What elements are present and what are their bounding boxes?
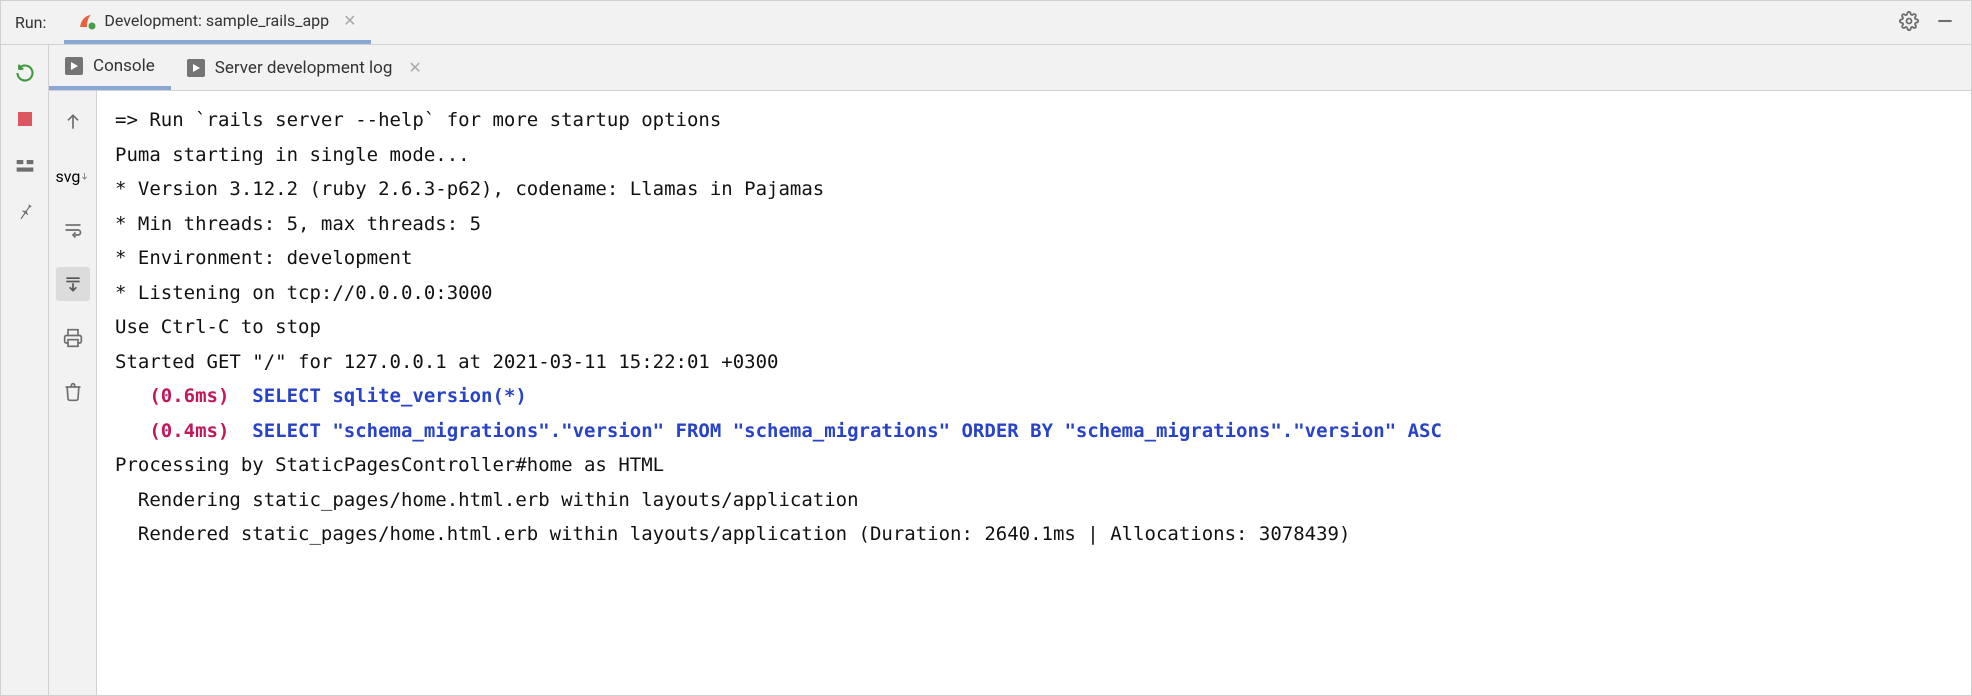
header-actions	[1899, 11, 1963, 35]
close-icon[interactable]: ✕	[343, 11, 356, 31]
print-icon[interactable]	[56, 321, 90, 355]
stop-icon[interactable]	[15, 109, 35, 129]
gear-icon[interactable]	[1899, 11, 1919, 35]
run-label: Run:	[15, 13, 46, 32]
console-line: (0.6ms) SELECT sqlite_version(*)	[115, 379, 1953, 414]
scroll-to-end-icon[interactable]	[56, 267, 90, 301]
tab-console-label: Console	[93, 56, 155, 76]
tab-server-log[interactable]: Server development log ✕	[171, 46, 438, 90]
run-config-label: Development: sample_rails_app	[104, 11, 329, 30]
console-line: * Min threads: 5, max threads: 5	[115, 207, 1953, 242]
trash-icon[interactable]	[56, 375, 90, 409]
run-config-tab[interactable]: Development: sample_rails_app ✕	[64, 1, 370, 44]
console-line: Rendered static_pages/home.html.erb with…	[115, 517, 1953, 552]
terminal-run-icon	[187, 59, 205, 77]
console-line: (0.4ms) SELECT "schema_migrations"."vers…	[115, 414, 1953, 449]
soft-wrap-icon[interactable]	[56, 213, 90, 247]
arrow-up-icon[interactable]	[56, 105, 90, 139]
console-line: Puma starting in single mode...	[115, 138, 1953, 173]
console-line: * Listening on tcp://0.0.0.0:3000	[115, 276, 1953, 311]
rails-icon	[78, 12, 96, 30]
tabs-row: Console Server development log ✕	[49, 45, 1971, 91]
console-line: => Run `rails server --help` for more st…	[115, 103, 1953, 138]
arrow-down-icon[interactable]: svg	[56, 159, 90, 193]
run-panel-header: Run: Development: sample_rails_app ✕	[1, 1, 1971, 45]
left-action-rail	[1, 45, 49, 695]
console-line: * Version 3.12.2 (ruby 2.6.3-p62), coden…	[115, 172, 1953, 207]
console-line: Rendering static_pages/home.html.erb wit…	[115, 483, 1953, 518]
minimize-icon[interactable]	[1935, 11, 1955, 35]
console-line: Started GET "/" for 127.0.0.1 at 2021-03…	[115, 345, 1953, 380]
rerun-icon[interactable]	[15, 63, 35, 83]
layout-icon[interactable]	[15, 155, 35, 175]
close-icon[interactable]: ✕	[408, 58, 421, 78]
terminal-run-icon	[65, 57, 83, 75]
console-output[interactable]: => Run `rails server --help` for more st…	[97, 91, 1971, 695]
tab-server-log-label: Server development log	[215, 58, 393, 78]
console-line: Use Ctrl-C to stop	[115, 310, 1953, 345]
tab-console[interactable]: Console	[49, 46, 171, 90]
console-line: Processing by StaticPagesController#home…	[115, 448, 1953, 483]
pin-icon[interactable]	[15, 201, 35, 221]
console-line: * Environment: development	[115, 241, 1953, 276]
console-action-rail: svg	[49, 91, 97, 695]
